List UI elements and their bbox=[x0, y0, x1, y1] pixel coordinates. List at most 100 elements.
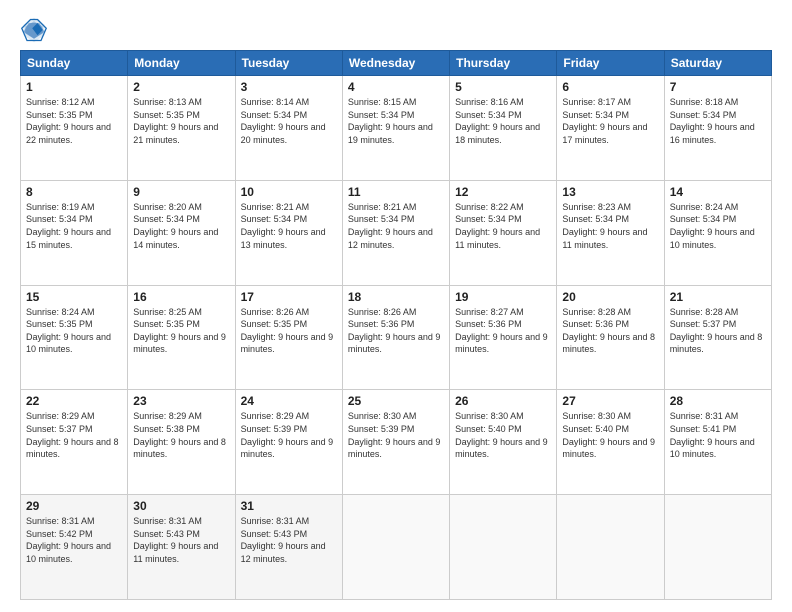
calendar-cell: 20 Sunrise: 8:28 AM Sunset: 5:36 PM Dayl… bbox=[557, 285, 664, 390]
day-info: Sunrise: 8:28 AM Sunset: 5:37 PM Dayligh… bbox=[670, 306, 766, 356]
calendar-cell: 2 Sunrise: 8:13 AM Sunset: 5:35 PM Dayli… bbox=[128, 76, 235, 181]
day-number: 27 bbox=[562, 394, 658, 408]
calendar-week-4: 22 Sunrise: 8:29 AM Sunset: 5:37 PM Dayl… bbox=[21, 390, 772, 495]
day-number: 3 bbox=[241, 80, 337, 94]
calendar-cell: 29 Sunrise: 8:31 AM Sunset: 5:42 PM Dayl… bbox=[21, 495, 128, 600]
day-info: Sunrise: 8:28 AM Sunset: 5:36 PM Dayligh… bbox=[562, 306, 658, 356]
calendar-week-3: 15 Sunrise: 8:24 AM Sunset: 5:35 PM Dayl… bbox=[21, 285, 772, 390]
calendar-header-row: SundayMondayTuesdayWednesdayThursdayFrid… bbox=[21, 51, 772, 76]
day-number: 4 bbox=[348, 80, 444, 94]
calendar-cell: 25 Sunrise: 8:30 AM Sunset: 5:39 PM Dayl… bbox=[342, 390, 449, 495]
calendar-cell: 28 Sunrise: 8:31 AM Sunset: 5:41 PM Dayl… bbox=[664, 390, 771, 495]
calendar-week-5: 29 Sunrise: 8:31 AM Sunset: 5:42 PM Dayl… bbox=[21, 495, 772, 600]
day-info: Sunrise: 8:25 AM Sunset: 5:35 PM Dayligh… bbox=[133, 306, 229, 356]
day-info: Sunrise: 8:22 AM Sunset: 5:34 PM Dayligh… bbox=[455, 201, 551, 251]
day-info: Sunrise: 8:24 AM Sunset: 5:34 PM Dayligh… bbox=[670, 201, 766, 251]
calendar-cell: 3 Sunrise: 8:14 AM Sunset: 5:34 PM Dayli… bbox=[235, 76, 342, 181]
calendar-cell: 14 Sunrise: 8:24 AM Sunset: 5:34 PM Dayl… bbox=[664, 180, 771, 285]
calendar-cell: 15 Sunrise: 8:24 AM Sunset: 5:35 PM Dayl… bbox=[21, 285, 128, 390]
day-number: 24 bbox=[241, 394, 337, 408]
day-info: Sunrise: 8:30 AM Sunset: 5:39 PM Dayligh… bbox=[348, 410, 444, 460]
calendar-cell bbox=[342, 495, 449, 600]
calendar-cell: 17 Sunrise: 8:26 AM Sunset: 5:35 PM Dayl… bbox=[235, 285, 342, 390]
calendar-cell: 11 Sunrise: 8:21 AM Sunset: 5:34 PM Dayl… bbox=[342, 180, 449, 285]
day-info: Sunrise: 8:12 AM Sunset: 5:35 PM Dayligh… bbox=[26, 96, 122, 146]
day-info: Sunrise: 8:23 AM Sunset: 5:34 PM Dayligh… bbox=[562, 201, 658, 251]
calendar-header-saturday: Saturday bbox=[664, 51, 771, 76]
day-number: 1 bbox=[26, 80, 122, 94]
day-info: Sunrise: 8:29 AM Sunset: 5:37 PM Dayligh… bbox=[26, 410, 122, 460]
day-number: 31 bbox=[241, 499, 337, 513]
day-info: Sunrise: 8:19 AM Sunset: 5:34 PM Dayligh… bbox=[26, 201, 122, 251]
day-number: 25 bbox=[348, 394, 444, 408]
day-info: Sunrise: 8:24 AM Sunset: 5:35 PM Dayligh… bbox=[26, 306, 122, 356]
calendar-cell: 9 Sunrise: 8:20 AM Sunset: 5:34 PM Dayli… bbox=[128, 180, 235, 285]
logo-icon bbox=[20, 16, 48, 44]
day-info: Sunrise: 8:30 AM Sunset: 5:40 PM Dayligh… bbox=[562, 410, 658, 460]
day-info: Sunrise: 8:27 AM Sunset: 5:36 PM Dayligh… bbox=[455, 306, 551, 356]
day-info: Sunrise: 8:26 AM Sunset: 5:35 PM Dayligh… bbox=[241, 306, 337, 356]
calendar-cell: 22 Sunrise: 8:29 AM Sunset: 5:37 PM Dayl… bbox=[21, 390, 128, 495]
day-info: Sunrise: 8:18 AM Sunset: 5:34 PM Dayligh… bbox=[670, 96, 766, 146]
day-info: Sunrise: 8:26 AM Sunset: 5:36 PM Dayligh… bbox=[348, 306, 444, 356]
calendar-cell: 16 Sunrise: 8:25 AM Sunset: 5:35 PM Dayl… bbox=[128, 285, 235, 390]
day-number: 9 bbox=[133, 185, 229, 199]
calendar-header-thursday: Thursday bbox=[450, 51, 557, 76]
calendar-cell: 23 Sunrise: 8:29 AM Sunset: 5:38 PM Dayl… bbox=[128, 390, 235, 495]
day-number: 13 bbox=[562, 185, 658, 199]
day-number: 30 bbox=[133, 499, 229, 513]
logo bbox=[20, 16, 52, 44]
calendar-cell: 19 Sunrise: 8:27 AM Sunset: 5:36 PM Dayl… bbox=[450, 285, 557, 390]
calendar-cell: 8 Sunrise: 8:19 AM Sunset: 5:34 PM Dayli… bbox=[21, 180, 128, 285]
calendar-cell: 12 Sunrise: 8:22 AM Sunset: 5:34 PM Dayl… bbox=[450, 180, 557, 285]
calendar-cell: 1 Sunrise: 8:12 AM Sunset: 5:35 PM Dayli… bbox=[21, 76, 128, 181]
calendar-cell: 27 Sunrise: 8:30 AM Sunset: 5:40 PM Dayl… bbox=[557, 390, 664, 495]
day-number: 29 bbox=[26, 499, 122, 513]
day-number: 19 bbox=[455, 290, 551, 304]
day-number: 8 bbox=[26, 185, 122, 199]
calendar-cell: 26 Sunrise: 8:30 AM Sunset: 5:40 PM Dayl… bbox=[450, 390, 557, 495]
day-info: Sunrise: 8:31 AM Sunset: 5:43 PM Dayligh… bbox=[133, 515, 229, 565]
calendar-cell: 5 Sunrise: 8:16 AM Sunset: 5:34 PM Dayli… bbox=[450, 76, 557, 181]
day-number: 12 bbox=[455, 185, 551, 199]
day-number: 10 bbox=[241, 185, 337, 199]
calendar-header-friday: Friday bbox=[557, 51, 664, 76]
day-number: 23 bbox=[133, 394, 229, 408]
day-info: Sunrise: 8:31 AM Sunset: 5:43 PM Dayligh… bbox=[241, 515, 337, 565]
day-number: 18 bbox=[348, 290, 444, 304]
day-number: 17 bbox=[241, 290, 337, 304]
calendar-cell: 13 Sunrise: 8:23 AM Sunset: 5:34 PM Dayl… bbox=[557, 180, 664, 285]
calendar-header-monday: Monday bbox=[128, 51, 235, 76]
day-number: 6 bbox=[562, 80, 658, 94]
day-number: 26 bbox=[455, 394, 551, 408]
calendar-cell bbox=[664, 495, 771, 600]
day-info: Sunrise: 8:31 AM Sunset: 5:42 PM Dayligh… bbox=[26, 515, 122, 565]
day-number: 7 bbox=[670, 80, 766, 94]
day-info: Sunrise: 8:30 AM Sunset: 5:40 PM Dayligh… bbox=[455, 410, 551, 460]
day-number: 16 bbox=[133, 290, 229, 304]
calendar-cell: 30 Sunrise: 8:31 AM Sunset: 5:43 PM Dayl… bbox=[128, 495, 235, 600]
day-info: Sunrise: 8:29 AM Sunset: 5:39 PM Dayligh… bbox=[241, 410, 337, 460]
calendar-table: SundayMondayTuesdayWednesdayThursdayFrid… bbox=[20, 50, 772, 600]
day-info: Sunrise: 8:21 AM Sunset: 5:34 PM Dayligh… bbox=[241, 201, 337, 251]
day-number: 5 bbox=[455, 80, 551, 94]
calendar-cell: 31 Sunrise: 8:31 AM Sunset: 5:43 PM Dayl… bbox=[235, 495, 342, 600]
calendar-cell: 7 Sunrise: 8:18 AM Sunset: 5:34 PM Dayli… bbox=[664, 76, 771, 181]
day-number: 14 bbox=[670, 185, 766, 199]
calendar-cell: 24 Sunrise: 8:29 AM Sunset: 5:39 PM Dayl… bbox=[235, 390, 342, 495]
day-info: Sunrise: 8:13 AM Sunset: 5:35 PM Dayligh… bbox=[133, 96, 229, 146]
day-number: 15 bbox=[26, 290, 122, 304]
calendar-week-1: 1 Sunrise: 8:12 AM Sunset: 5:35 PM Dayli… bbox=[21, 76, 772, 181]
calendar-header-wednesday: Wednesday bbox=[342, 51, 449, 76]
calendar-cell: 6 Sunrise: 8:17 AM Sunset: 5:34 PM Dayli… bbox=[557, 76, 664, 181]
day-number: 28 bbox=[670, 394, 766, 408]
day-number: 20 bbox=[562, 290, 658, 304]
calendar-cell: 21 Sunrise: 8:28 AM Sunset: 5:37 PM Dayl… bbox=[664, 285, 771, 390]
day-info: Sunrise: 8:17 AM Sunset: 5:34 PM Dayligh… bbox=[562, 96, 658, 146]
calendar-cell bbox=[557, 495, 664, 600]
day-info: Sunrise: 8:20 AM Sunset: 5:34 PM Dayligh… bbox=[133, 201, 229, 251]
calendar-cell: 4 Sunrise: 8:15 AM Sunset: 5:34 PM Dayli… bbox=[342, 76, 449, 181]
day-info: Sunrise: 8:14 AM Sunset: 5:34 PM Dayligh… bbox=[241, 96, 337, 146]
day-info: Sunrise: 8:29 AM Sunset: 5:38 PM Dayligh… bbox=[133, 410, 229, 460]
calendar-header-tuesday: Tuesday bbox=[235, 51, 342, 76]
